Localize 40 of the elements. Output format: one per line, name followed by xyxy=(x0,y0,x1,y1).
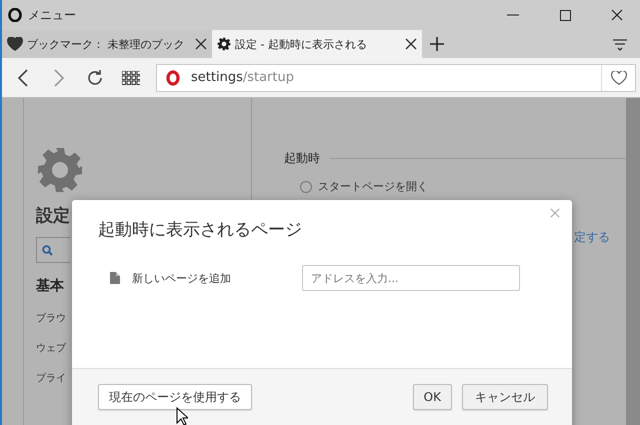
plus-icon xyxy=(430,37,444,51)
menu-icon xyxy=(612,37,628,51)
back-icon xyxy=(17,68,29,86)
opera-logo xyxy=(8,8,22,22)
scrollbar[interactable] xyxy=(626,98,640,425)
section-title: 起動時 xyxy=(284,150,320,167)
sidebar-item[interactable]: ウェブ xyxy=(36,341,66,355)
use-current-page-button[interactable]: 現在のページを使用する xyxy=(98,384,252,410)
browser-tab[interactable]: ブックマーク： 未整理のブック xyxy=(2,30,212,58)
heart-icon xyxy=(610,70,626,84)
gear-icon xyxy=(217,37,231,51)
radio-button[interactable] xyxy=(300,180,312,192)
close-icon xyxy=(550,208,560,218)
close-icon xyxy=(611,9,623,21)
browser-tab[interactable]: 設定 - 起動時に表示される xyxy=(212,30,422,58)
search-icon xyxy=(42,244,53,256)
grid-icon xyxy=(122,70,140,84)
forward-icon xyxy=(53,68,65,86)
cancel-button[interactable]: キャンセル xyxy=(462,384,548,410)
settings-title: 設定 xyxy=(36,205,70,227)
sidebar-item[interactable]: ブラウ xyxy=(36,311,66,325)
heart-icon xyxy=(7,37,23,51)
tab-close-icon xyxy=(405,38,417,50)
search-field[interactable] xyxy=(36,237,70,263)
window-title: メニュー xyxy=(28,6,77,24)
ok-button[interactable]: OK xyxy=(412,384,452,410)
minimize-icon xyxy=(507,14,519,16)
address-bar[interactable]: settings/startup xyxy=(156,64,636,92)
maximize-icon xyxy=(560,10,570,20)
sidebar-item[interactable]: プライ xyxy=(36,371,66,385)
sidebar-section: 基本 xyxy=(36,277,64,295)
add-page-label: 新しいページを追加 xyxy=(132,270,232,286)
tab-close-icon xyxy=(195,38,207,50)
reload-icon xyxy=(85,68,105,88)
address-input[interactable]: アドレスを入力... xyxy=(302,265,520,291)
gear-icon xyxy=(36,146,84,194)
page-icon xyxy=(110,272,120,284)
radio-label: スタートページを開く xyxy=(318,179,428,194)
dialog-title: 起動時に表示されるページ xyxy=(98,219,303,241)
opera-logo xyxy=(165,70,181,86)
